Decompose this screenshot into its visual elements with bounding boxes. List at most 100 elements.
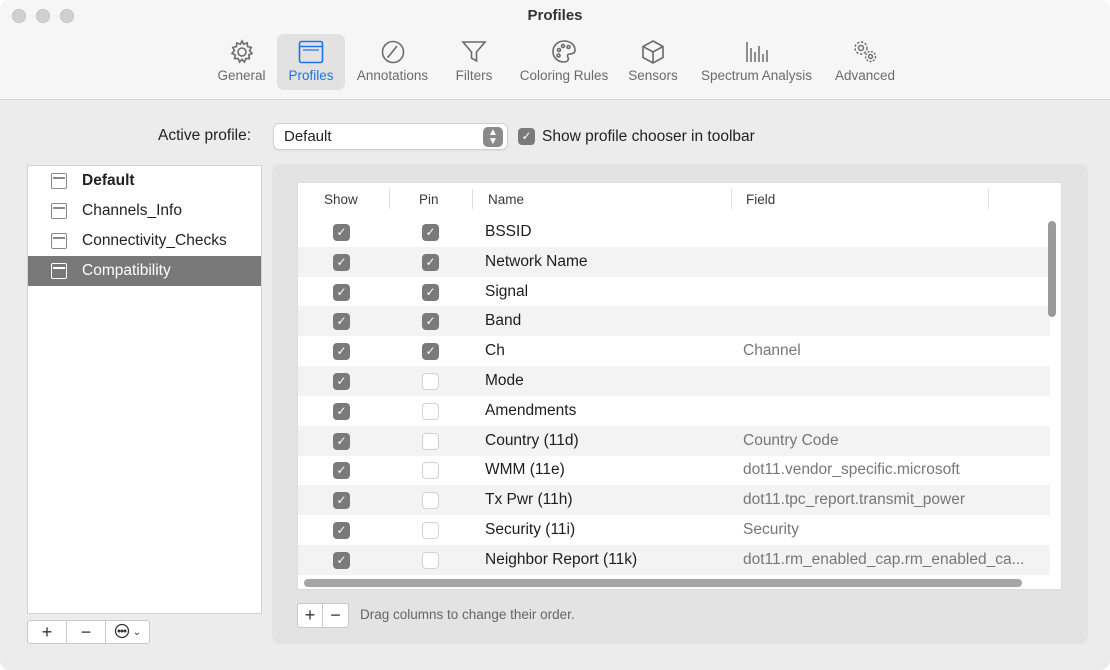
ellipsis-circle-icon [114, 623, 130, 642]
chevron-up-down-icon: ▲ ▼ [483, 127, 503, 147]
column-name: BSSID [485, 223, 532, 240]
pin-checkbox[interactable]: ✓ [422, 283, 439, 301]
chevron-down-icon: ⌄ [132, 626, 142, 638]
column-name: Signal [485, 282, 529, 300]
column-field: dot11.vendor_specific.microsoft [743, 461, 960, 479]
toolbar-general-label: General [217, 68, 266, 83]
preferences-window: Profiles General Profiles Annotations Fi… [0, 0, 1110, 670]
column-header-name[interactable]: Name [488, 192, 524, 207]
pin-checkbox[interactable] [422, 462, 439, 480]
pin-checkbox[interactable]: ✓ [422, 253, 439, 271]
show-checkbox[interactable]: ✓ [333, 343, 350, 361]
column-divider [389, 189, 390, 209]
column-header-field[interactable]: Field [746, 192, 775, 207]
profile-item-label: Connectivity_Checks [82, 232, 227, 249]
title-bar: Profiles General Profiles Annotations Fi… [0, 0, 1110, 100]
column-field: dot11.tpc_report.transmit_power [743, 491, 965, 509]
funnel-icon [459, 38, 489, 66]
remove-profile-button[interactable]: − [67, 621, 106, 643]
profile-actions-menu-button[interactable]: ⌄ [106, 621, 149, 643]
show-checkbox[interactable]: ✓ [333, 373, 350, 390]
toolbar-coloring-rules-label: Coloring Rules [519, 68, 609, 83]
pin-checkbox[interactable] [422, 551, 439, 569]
window-icon [51, 203, 67, 219]
show-profile-chooser-checkbox[interactable]: ✓ [518, 128, 535, 145]
column-divider [472, 189, 473, 209]
show-checkbox[interactable]: ✓ [333, 224, 350, 241]
table-row[interactable]: ✓ Neighbor Report (11k) dot11.rm_enabled_c… [298, 544, 1050, 575]
table-row[interactable]: ✓ WMM (11e) dot11.vendor_specific.microsof… [298, 455, 1050, 485]
toolbar-advanced-label: Advanced [834, 68, 896, 83]
pin-checkbox[interactable] [422, 492, 439, 510]
table-row[interactable]: ✓ Security (11i) Security [298, 515, 1050, 545]
pin-checkbox[interactable] [422, 522, 439, 539]
active-profile-select[interactable]: Default ▲ ▼ [273, 123, 508, 150]
add-profile-button[interactable]: + [28, 621, 67, 643]
table-row[interactable]: ✓ ✓ Band [298, 306, 1050, 337]
remove-column-button[interactable]: − [323, 604, 348, 627]
pin-checkbox[interactable]: ✓ [422, 313, 439, 331]
add-column-button[interactable]: + [298, 604, 323, 627]
pin-checkbox[interactable]: ✓ [422, 343, 439, 361]
profile-item-label: Default [82, 172, 135, 189]
profile-item-compatibility[interactable]: Compatibility [28, 256, 261, 286]
table-row[interactable]: ✓ Country (11d) Country Code [298, 425, 1050, 456]
toolbar-annotations[interactable]: Annotations [350, 34, 435, 90]
show-checkbox[interactable]: ✓ [333, 522, 350, 539]
toolbar-spectrum-analysis-label: Spectrum Analysis [700, 68, 813, 83]
toolbar-coloring-rules[interactable]: Coloring Rules [513, 34, 615, 90]
column-name: Network Name [485, 252, 588, 270]
show-checkbox[interactable]: ✓ [333, 462, 350, 480]
profile-item-default[interactable]: Default [28, 166, 261, 196]
column-header-show[interactable]: Show [324, 192, 358, 207]
table-row[interactable]: ✓ ✓ Network Name [298, 246, 1050, 277]
profile-item-label: Compatibility [82, 262, 171, 279]
toolbar-sensors[interactable]: Sensors [624, 34, 682, 90]
gear-icon [227, 38, 257, 66]
column-name: Amendments [485, 401, 577, 419]
show-checkbox[interactable]: ✓ [333, 402, 350, 420]
table-row[interactable]: ✓ ✓ Ch Channel [298, 336, 1050, 366]
table-row[interactable]: ✓ Mode [298, 366, 1050, 396]
column-divider [731, 189, 732, 209]
toolbar-general[interactable]: General [210, 34, 273, 90]
pencil-circle-icon [378, 38, 408, 66]
horizontal-scrollbar[interactable] [304, 579, 1022, 587]
pin-checkbox[interactable] [422, 402, 439, 420]
toolbar-filters-label: Filters [455, 68, 493, 83]
toolbar-spectrum-analysis[interactable]: Spectrum Analysis [694, 34, 819, 90]
show-checkbox[interactable]: ✓ [333, 432, 350, 450]
pin-checkbox[interactable] [422, 373, 439, 390]
pin-checkbox[interactable]: ✓ [422, 224, 439, 241]
show-checkbox[interactable]: ✓ [333, 313, 350, 331]
column-header-pin[interactable]: Pin [419, 192, 439, 207]
column-divider [988, 189, 989, 209]
column-field: Security [743, 521, 799, 538]
table-row[interactable]: ✓ Tx Pwr (11h) dot11.tpc_report.transmit_p… [298, 485, 1050, 516]
window-title: Profiles [527, 7, 583, 24]
cube-icon [638, 38, 668, 66]
toolbar-sensors-label: Sensors [628, 68, 678, 83]
profile-item-channels-info[interactable]: Channels_Info [28, 196, 261, 226]
window-icon [51, 263, 67, 279]
table-row[interactable]: ✓ ✓ BSSID [298, 217, 1050, 247]
toolbar-filters[interactable]: Filters [449, 34, 499, 90]
palette-icon [549, 38, 579, 66]
pin-checkbox[interactable] [422, 432, 439, 450]
window-icon [51, 233, 67, 249]
toolbar-advanced[interactable]: Advanced [829, 34, 901, 90]
column-field: Country Code [743, 431, 839, 449]
profiles-list: Default Channels_Info Connectivity_Check… [27, 165, 262, 614]
toolbar-profiles[interactable]: Profiles [277, 34, 345, 90]
column-name: Security (11i) [485, 521, 576, 538]
active-profile-value: Default [284, 128, 332, 145]
show-checkbox[interactable]: ✓ [333, 492, 350, 510]
table-row[interactable]: ✓ Amendments [298, 396, 1050, 426]
show-checkbox[interactable]: ✓ [333, 283, 350, 301]
show-checkbox[interactable]: ✓ [333, 551, 350, 569]
vertical-scrollbar[interactable] [1048, 221, 1056, 317]
profile-item-connectivity-checks[interactable]: Connectivity_Checks [28, 226, 261, 256]
table-row[interactable]: ✓ ✓ Signal [298, 277, 1050, 307]
column-name: Mode [485, 372, 524, 389]
show-checkbox[interactable]: ✓ [333, 253, 350, 271]
